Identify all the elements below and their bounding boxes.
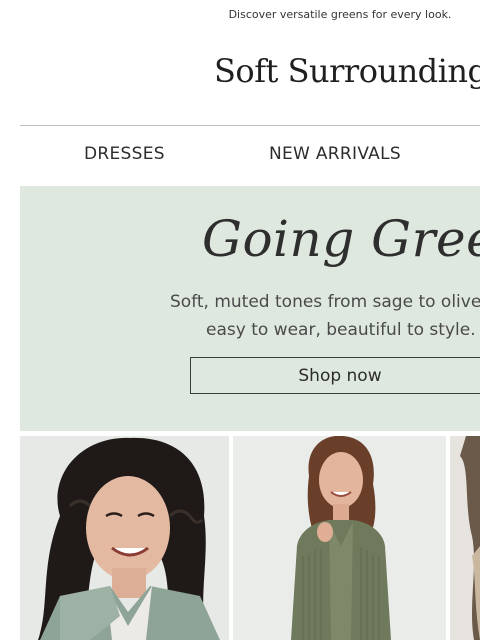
- product-photo-olive-cardigan-woman: [233, 436, 446, 640]
- product-tile-2[interactable]: [233, 436, 446, 640]
- product-image-row: [20, 436, 480, 640]
- shop-now-button[interactable]: Shop now: [190, 357, 480, 394]
- nav-dresses[interactable]: DRESSES: [84, 144, 165, 164]
- header-divider: [20, 125, 480, 126]
- nav-new-arrivals[interactable]: NEW ARRIVALS: [269, 144, 401, 164]
- shop-now-label: Shop now: [298, 366, 382, 386]
- preheader-text: Discover versatile greens for every look…: [228, 8, 452, 21]
- hero-banner: Going Green Soft, muted tones from sage …: [20, 186, 480, 431]
- brand-logo[interactable]: Soft Surroundings: [214, 52, 480, 90]
- product-tile-1[interactable]: [20, 436, 229, 640]
- hero-body-line-1: Soft, muted tones from sage to olive,: [170, 292, 480, 312]
- hero-title: Going Green: [202, 210, 480, 268]
- product-photo-curly-hair-woman: [20, 436, 229, 640]
- product-tile-3[interactable]: [450, 436, 480, 640]
- hero-body: Soft, muted tones from sage to olive, ea…: [170, 288, 480, 344]
- product-photo-partial: [450, 436, 480, 640]
- hero-body-line-2: easy to wear, beautiful to style.: [206, 320, 476, 340]
